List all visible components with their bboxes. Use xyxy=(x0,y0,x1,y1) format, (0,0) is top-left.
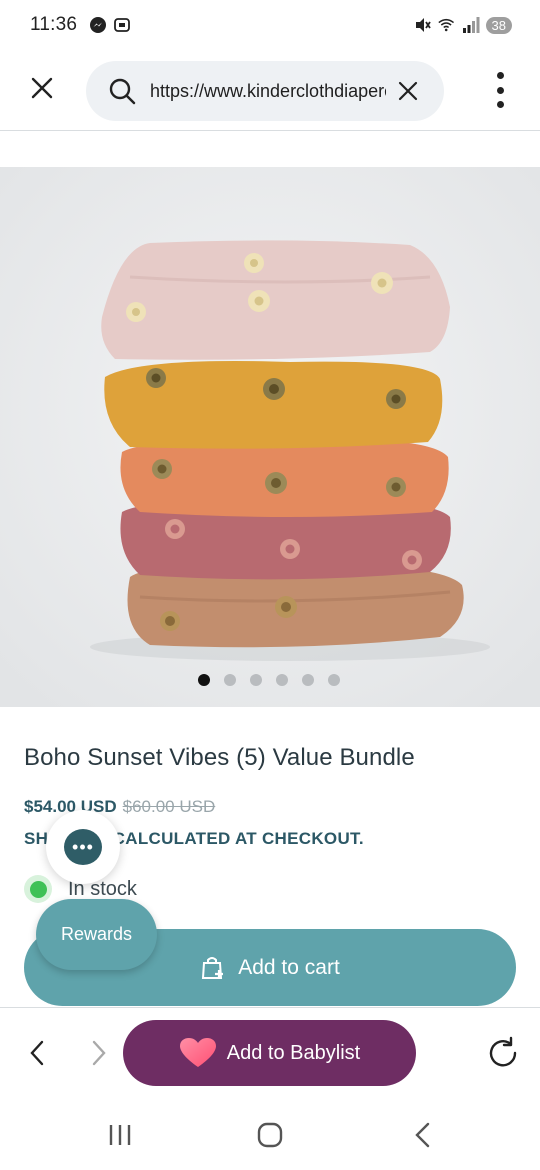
search-icon xyxy=(109,78,136,105)
battery-indicator: 38 xyxy=(485,16,512,34)
add-to-babylist-button[interactable]: Add to Babylist xyxy=(123,1020,416,1086)
carousel-dot[interactable] xyxy=(302,674,314,686)
add-to-cart-label: Add to cart xyxy=(238,955,340,979)
messenger-icon xyxy=(89,16,107,34)
recent-apps-button[interactable] xyxy=(104,1120,136,1150)
status-time: 11:36 xyxy=(30,14,78,35)
heart-icon xyxy=(179,1038,216,1067)
forward-button[interactable] xyxy=(86,1038,112,1068)
price-original: $60.00 USD xyxy=(122,797,216,816)
home-button[interactable] xyxy=(254,1120,286,1150)
carousel-dot[interactable] xyxy=(328,674,340,686)
chevron-right-icon xyxy=(92,1040,106,1066)
carousel-dot[interactable] xyxy=(276,674,288,686)
product-image[interactable] xyxy=(0,167,540,707)
product-title: Boho Sunset Vibes (5) Value Bundle xyxy=(24,744,415,771)
reload-button[interactable] xyxy=(486,1036,520,1070)
back-button[interactable] xyxy=(24,1038,50,1068)
wifi-icon xyxy=(437,16,456,34)
in-stock-indicator-icon xyxy=(24,875,52,903)
carousel-dot[interactable] xyxy=(224,674,236,686)
close-icon xyxy=(31,77,53,99)
babylist-label: Add to Babylist xyxy=(226,1041,361,1064)
url-text[interactable]: https://www.kinderclothdiapercompany.com xyxy=(150,81,386,102)
price-row: $54.00 USD $60.00 USD xyxy=(24,797,215,817)
recents-icon xyxy=(109,1125,131,1145)
chat-widget-button[interactable]: ••• xyxy=(46,810,120,884)
extension-bar: Add to Babylist xyxy=(0,1008,540,1098)
home-icon xyxy=(257,1122,283,1148)
screenshot-icon xyxy=(113,16,131,34)
cart-add-icon xyxy=(202,956,224,979)
diaper-stack-illustration xyxy=(0,167,540,707)
refresh-icon xyxy=(489,1036,517,1067)
clear-icon xyxy=(398,81,418,101)
toolbar-divider xyxy=(0,130,540,131)
carousel-dot[interactable] xyxy=(198,674,210,686)
image-carousel-dots xyxy=(198,674,340,686)
back-icon xyxy=(415,1122,430,1148)
system-back-button[interactable] xyxy=(406,1120,438,1150)
system-navigation-bar xyxy=(0,1098,540,1170)
status-left-icons xyxy=(89,16,131,34)
status-bar: 11:36 38 xyxy=(0,0,540,50)
mute-icon xyxy=(414,16,432,34)
chevron-left-icon xyxy=(30,1040,44,1066)
chat-glyph: ••• xyxy=(72,836,94,857)
chat-icon: ••• xyxy=(64,829,102,865)
carousel-dot[interactable] xyxy=(250,674,262,686)
status-right: 38 xyxy=(414,16,512,34)
signal-icon xyxy=(462,16,480,34)
more-vert-icon[interactable] xyxy=(492,72,508,108)
clear-url-button[interactable] xyxy=(396,79,420,103)
browser-toolbar: https://www.kinderclothdiapercompany.com xyxy=(0,56,540,128)
close-tab-button[interactable] xyxy=(26,72,58,104)
address-bar[interactable]: https://www.kinderclothdiapercompany.com xyxy=(86,61,444,121)
rewards-button[interactable]: Rewards xyxy=(36,899,157,970)
